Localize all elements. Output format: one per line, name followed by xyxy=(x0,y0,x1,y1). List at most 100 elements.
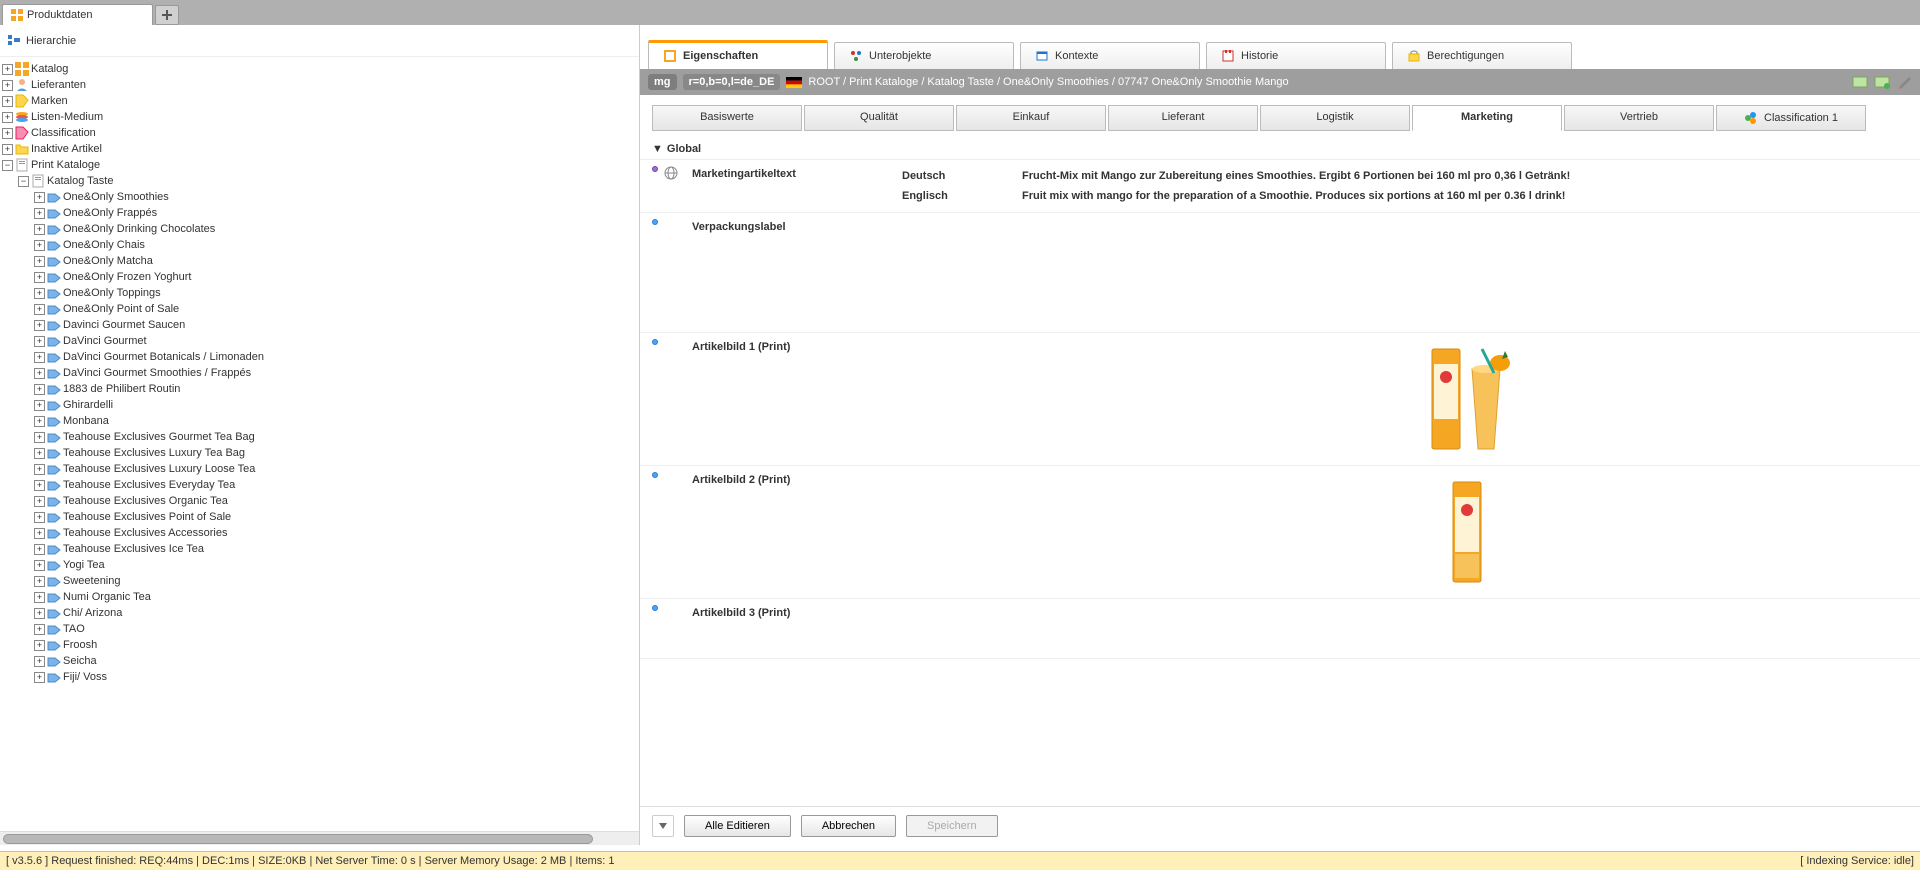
tree-node[interactable]: +Katalog xyxy=(2,61,637,77)
expand-icon[interactable]: + xyxy=(34,656,45,667)
tree-node[interactable]: +Inaktive Artikel xyxy=(2,141,637,157)
tree-node[interactable]: +Teahouse Exclusives Accessories xyxy=(34,525,637,541)
tree-node[interactable]: +Yogi Tea xyxy=(34,557,637,573)
tree-node[interactable]: +Monbana xyxy=(34,413,637,429)
tree-node[interactable]: +Teahouse Exclusives Organic Tea xyxy=(34,493,637,509)
expand-icon[interactable]: + xyxy=(34,400,45,411)
expand-icon[interactable]: + xyxy=(34,544,45,555)
tree-node[interactable]: +Classification xyxy=(2,125,637,141)
detail-tab-basiswerte[interactable]: Basiswerte xyxy=(652,105,802,131)
tree-node[interactable]: +Seicha xyxy=(34,653,637,669)
expand-icon[interactable]: + xyxy=(34,192,45,203)
tree-node-print-kataloge[interactable]: − Print Kataloge xyxy=(2,157,637,173)
expand-icon[interactable]: + xyxy=(2,112,13,123)
expand-icon[interactable]: + xyxy=(34,432,45,443)
tree-node[interactable]: +Teahouse Exclusives Gourmet Tea Bag xyxy=(34,429,637,445)
tree-node[interactable]: +One&Only Smoothies xyxy=(34,189,637,205)
tree-node[interactable]: +Numi Organic Tea xyxy=(34,589,637,605)
expand-icon[interactable]: + xyxy=(34,224,45,235)
expand-icon[interactable]: + xyxy=(34,640,45,651)
expand-icon[interactable]: + xyxy=(34,416,45,427)
expand-icon[interactable]: + xyxy=(34,464,45,475)
tree-node[interactable]: +Davinci Gourmet Saucen xyxy=(34,317,637,333)
app-tab-produktdaten[interactable]: Produktdaten xyxy=(2,4,153,25)
expand-icon[interactable]: + xyxy=(34,512,45,523)
subtab-historie[interactable]: Historie xyxy=(1206,42,1386,69)
detail-tab-classification-1[interactable]: Classification 1 xyxy=(1716,105,1866,131)
expand-icon[interactable]: + xyxy=(34,672,45,683)
expand-icon[interactable]: + xyxy=(34,592,45,603)
tree-node[interactable]: +Teahouse Exclusives Point of Sale xyxy=(34,509,637,525)
expand-icon[interactable]: + xyxy=(34,448,45,459)
expand-icon[interactable]: + xyxy=(34,480,45,491)
user-badge[interactable]: mg xyxy=(648,74,677,90)
detail-tab-qualität[interactable]: Qualität xyxy=(804,105,954,131)
tree-node[interactable]: +1883 de Philibert Routin xyxy=(34,381,637,397)
expand-icon[interactable]: + xyxy=(34,368,45,379)
caret-down-button[interactable] xyxy=(652,815,674,837)
product-image-1[interactable] xyxy=(1422,339,1512,459)
detail-tab-lieferant[interactable]: Lieferant xyxy=(1108,105,1258,131)
action-icon-1[interactable] xyxy=(1852,74,1868,90)
tree-node[interactable]: +Froosh xyxy=(34,637,637,653)
expand-icon[interactable]: + xyxy=(34,576,45,587)
tree-node[interactable]: +Listen-Medium xyxy=(2,109,637,125)
tree[interactable]: +Katalog+Lieferanten+Marken+Listen-Mediu… xyxy=(0,57,639,831)
tree-node[interactable]: +One&Only Frappés xyxy=(34,205,637,221)
collapse-icon[interactable]: − xyxy=(18,176,29,187)
action-icon-2[interactable] xyxy=(1874,74,1890,90)
cancel-button[interactable]: Abbrechen xyxy=(801,815,896,837)
expand-icon[interactable]: + xyxy=(34,240,45,251)
product-image-2[interactable] xyxy=(1422,472,1512,592)
expand-icon[interactable]: + xyxy=(2,64,13,75)
tree-node[interactable]: +One&Only Point of Sale xyxy=(34,301,637,317)
tree-node[interactable]: +One&Only Toppings xyxy=(34,285,637,301)
expand-icon[interactable]: + xyxy=(34,208,45,219)
detail-tab-marketing[interactable]: Marketing xyxy=(1412,105,1562,131)
expand-icon[interactable]: + xyxy=(2,128,13,139)
expand-icon[interactable]: + xyxy=(34,288,45,299)
tree-node[interactable]: +One&Only Drinking Chocolates xyxy=(34,221,637,237)
tree-node[interactable]: +Teahouse Exclusives Everyday Tea xyxy=(34,477,637,493)
detail-tab-einkauf[interactable]: Einkauf xyxy=(956,105,1106,131)
tree-node[interactable]: +Fiji/ Voss xyxy=(34,669,637,685)
tree-node[interactable]: +DaVinci Gourmet Botanicals / Limonaden xyxy=(34,349,637,365)
locale-badge[interactable]: r=0,b=0,l=de_DE xyxy=(683,74,781,90)
tree-node[interactable]: +TAO xyxy=(34,621,637,637)
settings-icon[interactable] xyxy=(1896,74,1912,90)
subtab-eigenschaften[interactable]: Eigenschaften xyxy=(648,40,828,69)
field-list[interactable]: Marketingartikeltext Deutsch Frucht-Mix … xyxy=(640,160,1920,806)
expand-icon[interactable]: + xyxy=(34,304,45,315)
tree-node[interactable]: +Teahouse Exclusives Ice Tea xyxy=(34,541,637,557)
expand-icon[interactable]: + xyxy=(34,496,45,507)
expand-icon[interactable]: + xyxy=(34,624,45,635)
edit-all-button[interactable]: Alle Editieren xyxy=(684,815,791,837)
subtab-berechtigungen[interactable]: Berechtigungen xyxy=(1392,42,1572,69)
expand-icon[interactable]: + xyxy=(2,96,13,107)
expand-icon[interactable]: + xyxy=(34,560,45,571)
expand-icon[interactable]: + xyxy=(34,256,45,267)
tree-node[interactable]: +Teahouse Exclusives Luxury Tea Bag xyxy=(34,445,637,461)
expand-icon[interactable]: + xyxy=(34,528,45,539)
collapse-icon[interactable]: − xyxy=(2,160,13,171)
tree-node-katalog-taste[interactable]: − Katalog Taste xyxy=(18,173,637,189)
tree-node[interactable]: +One&Only Matcha xyxy=(34,253,637,269)
tree-node[interactable]: +Ghirardelli xyxy=(34,397,637,413)
expand-icon[interactable]: + xyxy=(34,336,45,347)
section-global[interactable]: ▼ Global xyxy=(640,135,1920,160)
tree-node[interactable]: +One&Only Frozen Yoghurt xyxy=(34,269,637,285)
expand-icon[interactable]: + xyxy=(34,608,45,619)
expand-icon[interactable]: + xyxy=(2,144,13,155)
add-tab-button[interactable] xyxy=(155,5,179,25)
horizontal-scrollbar[interactable] xyxy=(0,831,639,845)
tree-node[interactable]: +Marken xyxy=(2,93,637,109)
tree-node[interactable]: +Teahouse Exclusives Luxury Loose Tea xyxy=(34,461,637,477)
tree-node[interactable]: +Chi/ Arizona xyxy=(34,605,637,621)
expand-icon[interactable]: + xyxy=(34,320,45,331)
detail-tab-vertrieb[interactable]: Vertrieb xyxy=(1564,105,1714,131)
detail-tab-logistik[interactable]: Logistik xyxy=(1260,105,1410,131)
expand-icon[interactable]: + xyxy=(34,352,45,363)
expand-icon[interactable]: + xyxy=(34,272,45,283)
subtab-kontexte[interactable]: Kontexte xyxy=(1020,42,1200,69)
expand-icon[interactable]: + xyxy=(2,80,13,91)
